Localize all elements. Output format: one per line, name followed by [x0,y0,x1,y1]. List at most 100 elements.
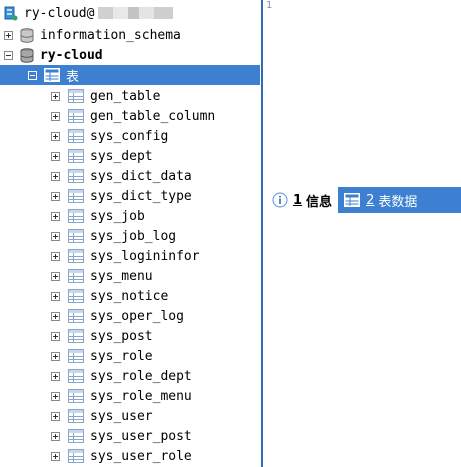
table-name: sys_job [90,208,145,224]
tab-table-data-number: 2 [366,192,375,208]
tab-info-label: 信息 [306,194,333,210]
expand-icon[interactable] [51,431,60,441]
expand-icon[interactable] [51,371,60,381]
table-name: sys_role [90,348,153,364]
expand-icon[interactable] [51,271,60,281]
tree-table-row[interactable]: gen_table [0,86,260,106]
expand-icon[interactable] [51,251,60,261]
collapse-icon[interactable] [28,70,37,80]
table-icon [68,409,84,423]
info-icon [272,192,288,208]
editor-line-number: 1 [266,0,273,11]
table-name: sys_user_role [90,448,192,464]
database-name: information_schema [40,27,181,43]
database-name: ry-cloud [40,47,103,63]
tree-connection-row[interactable]: ry-cloud@ [0,3,260,23]
expand-icon[interactable] [51,111,60,121]
table-name: sys_menu [90,268,153,284]
expand-icon[interactable] [51,351,60,361]
table-name: sys_role_dept [90,368,192,384]
table-icon [68,229,84,243]
tree-table-row[interactable]: sys_notice [0,286,260,306]
tree-table-row[interactable]: sys_dict_data [0,166,260,186]
tree-table-row[interactable]: sys_config [0,126,260,146]
tree-table-row[interactable]: sys_job_log [0,226,260,246]
object-tree: ry-cloud@ information_schema ry-cloud 表 … [0,0,260,467]
tree-table-row[interactable]: sys_logininfor [0,246,260,266]
table-name: sys_post [90,328,153,344]
expand-icon[interactable] [51,451,60,461]
table-name: sys_notice [90,288,169,304]
expand-icon[interactable] [51,311,60,321]
table-name: sys_oper_log [90,308,184,324]
tree-table-row[interactable]: sys_role_dept [0,366,260,386]
table-name: sys_role_menu [90,388,192,404]
tables-folder-label: 表 [66,69,80,85]
table-folder-icon [44,68,60,82]
result-tab-bar: 1 信息 2 表数据 [266,187,461,213]
table-icon [68,249,84,263]
table-name: sys_user [90,408,153,424]
collapse-icon[interactable] [4,50,13,60]
table-name: gen_table_column [90,108,216,124]
table-icon [68,449,84,463]
expand-icon[interactable] [51,91,60,101]
tree-db-row-ry-cloud[interactable]: ry-cloud [0,45,260,65]
tree-table-row[interactable]: sys_dict_type [0,186,260,206]
tree-db-row-information-schema[interactable]: information_schema [0,25,260,45]
table-name: sys_dict_data [90,168,192,184]
expand-icon[interactable] [51,191,60,201]
table-name: sys_dept [90,148,153,164]
expand-icon[interactable] [51,231,60,241]
expand-icon[interactable] [51,331,60,341]
editor-pane[interactable] [263,0,461,467]
connection-host-masked [98,7,174,19]
tree-table-row[interactable]: sys_user_role [0,446,260,466]
expand-icon[interactable] [4,30,13,40]
tree-table-row[interactable]: sys_oper_log [0,306,260,326]
database-icon [20,47,34,63]
table-icon [68,389,84,403]
table-name: sys_config [90,128,169,144]
tree-table-row[interactable]: sys_menu [0,266,260,286]
table-icon [68,169,84,183]
tree-table-row[interactable]: sys_post [0,326,260,346]
table-name: sys_user_post [90,428,192,444]
tree-table-row[interactable]: sys_user_post [0,426,260,446]
tab-info[interactable]: 1 信息 [266,187,339,213]
table-icon [68,349,84,363]
tab-table-data-label: 表数据 [378,194,418,210]
expand-icon[interactable] [51,291,60,301]
expand-icon[interactable] [51,151,60,161]
tab-info-number: 1 [293,192,303,208]
tree-tables-folder-row[interactable]: 表 [0,65,260,85]
database-icon [20,27,34,43]
tree-table-row[interactable]: sys_dept [0,146,260,166]
tree-table-row[interactable]: sys_role_menu [0,386,260,406]
tree-table-row[interactable]: gen_table_column [0,106,260,126]
table-icon [68,369,84,383]
tree-table-row[interactable]: sys_job [0,206,260,226]
table-name: sys_dict_type [90,188,192,204]
expand-icon[interactable] [51,171,60,181]
table-name: sys_job_log [90,228,177,244]
expand-icon[interactable] [51,411,60,421]
tree-table-row[interactable]: sys_user [0,406,260,426]
table-icon [68,189,84,203]
table-icon [68,129,84,143]
table-name: sys_logininfor [90,248,200,264]
table-icon [68,289,84,303]
expand-icon[interactable] [51,131,60,141]
table-icon [344,193,361,207]
table-icon [68,309,84,323]
table-icon [68,329,84,343]
tree-table-row[interactable]: sys_role [0,346,260,366]
tab-table-data[interactable]: 2 表数据 [338,187,461,213]
table-icon [68,429,84,443]
expand-icon[interactable] [51,391,60,401]
table-icon [68,269,84,283]
expand-icon[interactable] [51,211,60,221]
table-icon [68,109,84,123]
table-name: gen_table [90,88,161,104]
table-icon [68,209,84,223]
